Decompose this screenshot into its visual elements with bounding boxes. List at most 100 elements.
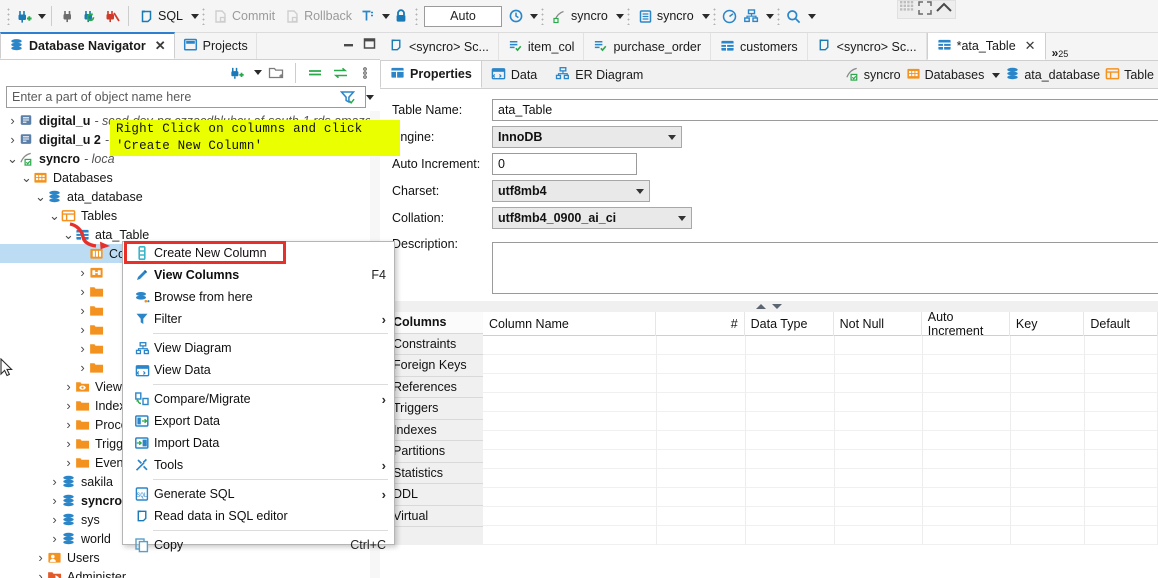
grid-row-empty[interactable] bbox=[483, 450, 1158, 469]
search-icon[interactable] bbox=[783, 4, 805, 28]
grid-cell[interactable] bbox=[1085, 393, 1158, 412]
editor-tab-customers[interactable]: customers bbox=[711, 33, 808, 60]
tree-expander-icon[interactable]: ⌄ bbox=[6, 155, 19, 163]
grid-cell[interactable] bbox=[835, 507, 923, 526]
new-connection-icon[interactable] bbox=[226, 61, 248, 85]
search-dropdown-caret[interactable] bbox=[808, 14, 816, 19]
link-with-editor-icon[interactable] bbox=[329, 61, 351, 85]
grid-row-empty[interactable] bbox=[483, 336, 1158, 355]
tree-expander-icon[interactable]: ⌄ bbox=[34, 193, 47, 201]
section-tab-triggers[interactable]: Triggers bbox=[380, 398, 483, 420]
grid-cell[interactable] bbox=[1085, 469, 1158, 488]
grid-header-auto-increment[interactable]: Auto Increment bbox=[922, 312, 1010, 336]
transaction-mode-icon[interactable] bbox=[357, 4, 379, 28]
grid-cell[interactable] bbox=[746, 355, 835, 374]
section-tab-virtual[interactable]: Virtual bbox=[380, 506, 483, 528]
grid-cell[interactable] bbox=[746, 507, 835, 526]
tree-expander-icon[interactable]: › bbox=[76, 284, 89, 299]
menu-item-tools[interactable]: Tools› bbox=[123, 454, 394, 476]
grid-cell[interactable] bbox=[835, 336, 923, 355]
funnel-icon[interactable] bbox=[336, 85, 358, 109]
tree-expander-icon[interactable]: › bbox=[76, 303, 89, 318]
grid-cell[interactable] bbox=[923, 526, 1011, 545]
collapse-all-icon[interactable] bbox=[304, 61, 326, 85]
collapse-up-icon[interactable] bbox=[756, 304, 766, 309]
tree-expander-icon[interactable]: › bbox=[62, 379, 75, 394]
grid-cell[interactable] bbox=[483, 374, 657, 393]
tree-expander-icon[interactable]: › bbox=[48, 493, 61, 508]
grid-cell[interactable] bbox=[1085, 336, 1158, 355]
grid-cell[interactable] bbox=[1085, 412, 1158, 431]
auto-increment-field[interactable]: 0 bbox=[492, 153, 637, 175]
tree-expander-icon[interactable]: › bbox=[76, 322, 89, 337]
tree-expander-icon[interactable]: › bbox=[62, 455, 75, 470]
grid-cell[interactable] bbox=[483, 431, 657, 450]
panel-splitter[interactable] bbox=[380, 301, 1158, 312]
grid-cell[interactable] bbox=[657, 374, 746, 393]
grid-cell[interactable] bbox=[923, 450, 1011, 469]
grid-cell[interactable] bbox=[835, 374, 923, 393]
section-tab-columns[interactable]: Columns bbox=[380, 312, 483, 334]
collapse-down-icon[interactable] bbox=[772, 304, 782, 309]
navigator-tab-database-navigator[interactable]: Database Navigator✕ bbox=[0, 32, 175, 59]
editor-tab-purchase-order[interactable]: purchase_order bbox=[584, 33, 711, 60]
commit-button[interactable]: Commit bbox=[208, 4, 280, 28]
grid-cell[interactable] bbox=[1011, 507, 1085, 526]
grid-cell[interactable] bbox=[657, 393, 746, 412]
grid-cell[interactable] bbox=[1011, 355, 1085, 374]
editor-tabs-overflow[interactable]: »25 bbox=[1046, 46, 1075, 60]
editor-tab-syncro-sc[interactable]: <syncro> Sc... bbox=[380, 33, 499, 60]
toolbar-drag-handle[interactable] bbox=[7, 7, 10, 25]
editor-tab-ata-table[interactable]: *ata_Table✕ bbox=[927, 33, 1046, 60]
engine-select[interactable]: InnoDB bbox=[492, 126, 682, 148]
tree-expander-icon[interactable]: › bbox=[34, 550, 47, 565]
grid-cell[interactable] bbox=[1085, 507, 1158, 526]
reconnect-icon[interactable] bbox=[79, 4, 101, 28]
collation-select[interactable]: utf8mb4_0900_ai_ci bbox=[492, 207, 692, 229]
tree-expander-icon[interactable]: › bbox=[34, 569, 47, 578]
grid-cell[interactable] bbox=[1011, 412, 1085, 431]
tree-item[interactable]: ⌄Databases bbox=[0, 168, 380, 187]
panel-tab-er-diagram[interactable]: ER Diagram bbox=[546, 61, 652, 88]
tree-expander-icon[interactable]: › bbox=[6, 113, 19, 128]
grid-header--[interactable]: # bbox=[656, 312, 745, 336]
grid-cell[interactable] bbox=[657, 431, 746, 450]
grid-cell[interactable] bbox=[835, 393, 923, 412]
minimize-icon[interactable] bbox=[342, 37, 355, 50]
chevron-up-icon[interactable] bbox=[935, 1, 953, 18]
tree-expander-icon[interactable]: › bbox=[48, 512, 61, 527]
grid-cell[interactable] bbox=[1011, 393, 1085, 412]
breadcrumb-item-ata_database[interactable]: ata_database bbox=[1005, 66, 1100, 84]
grid-cell[interactable] bbox=[657, 488, 746, 507]
grid-cell[interactable] bbox=[746, 431, 835, 450]
grid-cell[interactable] bbox=[923, 374, 1011, 393]
grid-cell[interactable] bbox=[1085, 488, 1158, 507]
grid-cell[interactable] bbox=[835, 450, 923, 469]
grid-cell[interactable] bbox=[923, 393, 1011, 412]
transaction-auto-commit-box[interactable]: Auto bbox=[424, 6, 502, 27]
diagram-dropdown-caret[interactable] bbox=[766, 14, 774, 19]
grid-cell[interactable] bbox=[1011, 450, 1085, 469]
toolbar-drag-handle[interactable] bbox=[713, 7, 716, 25]
grid-cell[interactable] bbox=[483, 393, 657, 412]
menu-item-read-data-in-sql-editor[interactable]: Read data in SQL editor bbox=[123, 505, 394, 527]
new-connection-dropdown-caret[interactable] bbox=[254, 70, 262, 75]
grid-header-key[interactable]: Key bbox=[1010, 312, 1084, 336]
grid-cell[interactable] bbox=[746, 450, 835, 469]
menu-item-generate-sql[interactable]: SQLGenerate SQL› bbox=[123, 483, 394, 505]
grid-cell[interactable] bbox=[657, 450, 746, 469]
toolbar-drag-handle[interactable] bbox=[415, 7, 418, 25]
menu-item-view-columns[interactable]: View ColumnsF4 bbox=[123, 264, 394, 286]
grid-cell[interactable] bbox=[1085, 374, 1158, 393]
navigator-tab-projects[interactable]: Projects bbox=[175, 33, 257, 59]
editor-tab-syncro-sc[interactable]: <syncro> Sc... bbox=[808, 33, 927, 60]
grid-cell[interactable] bbox=[746, 374, 835, 393]
breadcrumb-item-table[interactable]: Table bbox=[1105, 66, 1154, 84]
maximize-icon[interactable] bbox=[363, 37, 376, 50]
connection-dropdown-caret[interactable] bbox=[616, 14, 624, 19]
table-name-field[interactable]: ata_Table bbox=[492, 99, 1158, 121]
grid-cell[interactable] bbox=[483, 488, 657, 507]
toolbar-drag-handle[interactable] bbox=[202, 7, 205, 25]
tree-expander-icon[interactable]: › bbox=[48, 531, 61, 546]
grid-cell[interactable] bbox=[923, 336, 1011, 355]
